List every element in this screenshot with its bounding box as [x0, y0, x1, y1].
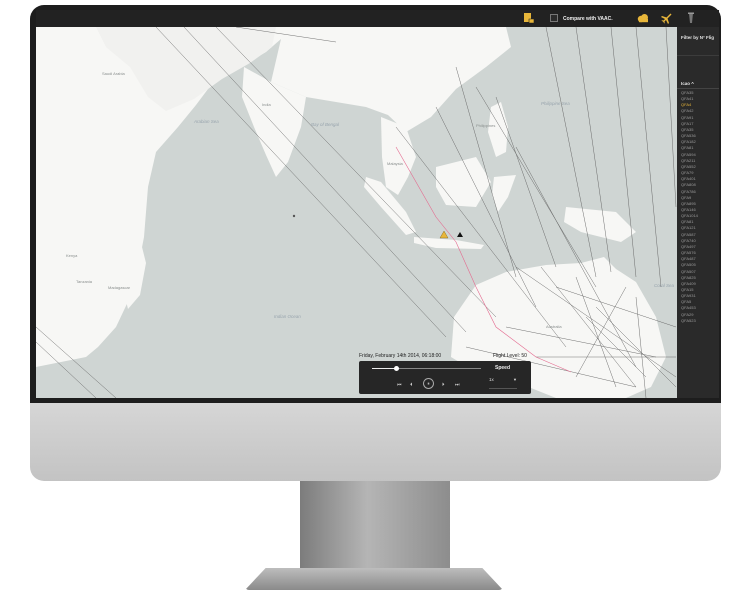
layers-icon[interactable] — [523, 12, 535, 24]
step-back-button[interactable]: ⏴ — [410, 382, 413, 388]
timeline-progress — [372, 368, 396, 369]
filter-by-flight-label[interactable]: Filter by N° Flig — [681, 35, 714, 40]
flight-map[interactable] — [36, 27, 677, 398]
playback-controls: ⏮ ⏴ ⏸ ⏵ ⏭ Speed 1x ▼ — [359, 361, 531, 394]
flight-list-item[interactable]: QFA786 — [681, 189, 698, 195]
skip-forward-button[interactable]: ⏭ — [455, 382, 460, 388]
flight-level-label: Flight Level: 50 — [493, 353, 527, 359]
skip-back-button[interactable]: ⏮ — [397, 382, 402, 388]
icao-column-header[interactable]: Icao ^ — [681, 81, 694, 86]
cloud-icon[interactable] — [636, 13, 650, 23]
playback-info: Friday, February 14th 2014, 06:18:00 Fli… — [359, 353, 534, 361]
flight-list-item[interactable]: QFA507 — [681, 269, 698, 275]
flight-list-item[interactable]: QFA505 — [681, 262, 698, 268]
step-forward-button[interactable]: ⏵ — [442, 382, 445, 388]
flight-list-item[interactable]: QFA121 — [681, 225, 698, 231]
speed-value: 1x — [489, 377, 494, 382]
playback-date: Friday, February 14th 2014, 06:18:00 — [359, 353, 442, 359]
speed-label: Speed — [495, 365, 511, 371]
panel-divider — [677, 55, 719, 56]
app-top-bar: Compare with VAAC. — [36, 10, 719, 27]
monitor-stand-base — [245, 568, 503, 590]
speed-underline — [489, 388, 517, 389]
speed-select[interactable]: 1x ▼ — [489, 377, 517, 385]
pause-button[interactable]: ⏸ — [423, 378, 434, 389]
volcano-tower-icon[interactable] — [687, 12, 695, 24]
flight-list-item[interactable]: QFA808 — [681, 182, 698, 188]
flight-list: QFA35 QFA41 QFA4 QFA42 QFA91 QFA17 QFA35 QFA536… — [681, 90, 698, 324]
flight-list-item[interactable]: QFA211 — [681, 158, 698, 164]
compare-checkbox[interactable] — [550, 14, 558, 22]
chevron-down-icon: ▼ — [513, 377, 517, 382]
airplane-icon[interactable] — [660, 12, 672, 24]
app-screen: Compare with VAAC. Saudi Arabia Arabian … — [36, 10, 719, 398]
flight-list-item[interactable]: QFA594 — [681, 152, 698, 158]
timeline-thumb[interactable] — [393, 366, 399, 371]
flight-list-item[interactable]: QFA740 — [681, 238, 698, 244]
flight-filter-panel: Filter by N° Flig Icao ^ QFA35 QFA41 QFA4 Q… — [677, 27, 719, 398]
flight-list-item[interactable]: QFA587 — [681, 232, 698, 238]
panel-header-divider — [677, 88, 719, 89]
monitor-chin — [30, 403, 721, 481]
compare-label: Compare with VAAC. — [563, 16, 613, 22]
flight-list-item[interactable]: QFA825 — [681, 275, 698, 281]
timeline-slider[interactable] — [372, 366, 481, 371]
flight-list-item[interactable]: QFA453 — [681, 305, 698, 311]
monitor-stand-neck — [300, 481, 450, 573]
flight-list-item[interactable]: QFA523 — [681, 318, 698, 324]
